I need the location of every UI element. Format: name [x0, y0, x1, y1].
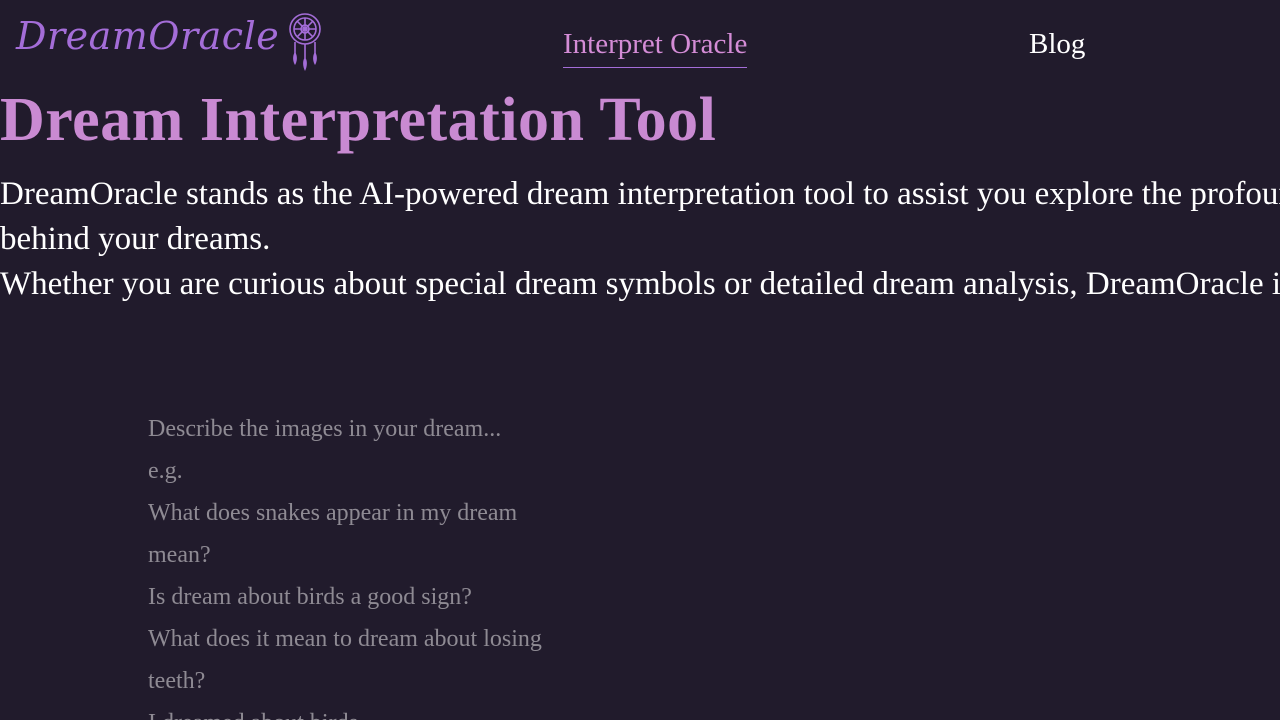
page: DreamOracle Interpret Oracle Blog Dream … [0, 0, 1280, 720]
hero-description-line: Whether you are curious about special dr… [0, 266, 1280, 302]
dreamcatcher-icon [289, 13, 322, 71]
logo-link[interactable]: DreamOracle [16, 12, 325, 72]
logo-text: DreamOracle [16, 14, 280, 58]
page-title: Dream Interpretation Tool [0, 86, 717, 154]
nav-interpret-oracle[interactable]: Interpret Oracle [563, 30, 748, 68]
hero-description-line: DreamOracle stands as the AI-powered dre… [0, 176, 1280, 212]
nav-blog[interactable]: Blog [1029, 30, 1085, 59]
site-header: DreamOracle Interpret Oracle Blog [0, 0, 1280, 90]
hero-description-line: behind your dreams. [0, 221, 271, 257]
dream-description-input[interactable] [132, 400, 592, 720]
hero-description: DreamOracle stands as the AI-powered dre… [0, 172, 1280, 307]
